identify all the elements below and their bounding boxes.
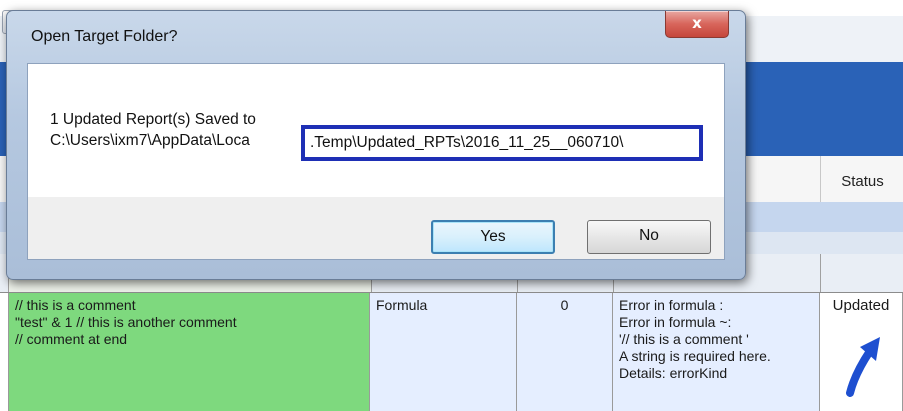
formula-line: "test" & 1 // this is another comment bbox=[15, 314, 237, 330]
error-line: Error in formula : bbox=[619, 297, 724, 313]
open-target-folder-dialog: Open Target Folder? x 1 Updated Report(s… bbox=[6, 10, 746, 280]
count-cell[interactable]: 0 bbox=[517, 293, 613, 411]
error-line: '// this is a comment ' bbox=[619, 331, 749, 347]
status-text: Updated bbox=[832, 297, 890, 314]
formula-cell[interactable]: // this is a comment "test" & 1 // this … bbox=[8, 293, 370, 411]
formula-line: // this is a comment bbox=[15, 297, 136, 313]
no-button[interactable]: No bbox=[587, 220, 711, 254]
error-line: Details: errorKind bbox=[619, 365, 728, 381]
error-cell[interactable]: Error in formula : Error in formula ~: '… bbox=[613, 293, 820, 411]
column-header-status[interactable]: Status bbox=[820, 156, 903, 202]
dialog-title: Open Target Folder? bbox=[31, 28, 178, 45]
yes-button[interactable]: Yes bbox=[431, 220, 555, 254]
arrow-up-icon bbox=[846, 337, 880, 397]
message-line-2: C:\Users\ixm7\AppData\Loca bbox=[50, 132, 250, 149]
message-line-1: 1 Updated Report(s) Saved to bbox=[50, 111, 256, 128]
close-icon: x bbox=[692, 14, 702, 32]
error-line: A string is required here. bbox=[619, 348, 771, 364]
status-cell[interactable]: Updated bbox=[820, 293, 903, 411]
highlighted-path: .Temp\Updated_RPTs\2016_11_25__060710\ bbox=[301, 125, 703, 161]
error-line: Error in formula ~: bbox=[619, 314, 732, 330]
dialog-body: 1 Updated Report(s) Saved to C:\Users\ix… bbox=[27, 63, 725, 199]
type-cell[interactable]: Formula bbox=[370, 293, 517, 411]
close-button[interactable]: x bbox=[665, 11, 729, 38]
table-row[interactable]: // this is a comment "test" & 1 // this … bbox=[0, 293, 903, 411]
formula-line: // comment at end bbox=[15, 331, 128, 347]
